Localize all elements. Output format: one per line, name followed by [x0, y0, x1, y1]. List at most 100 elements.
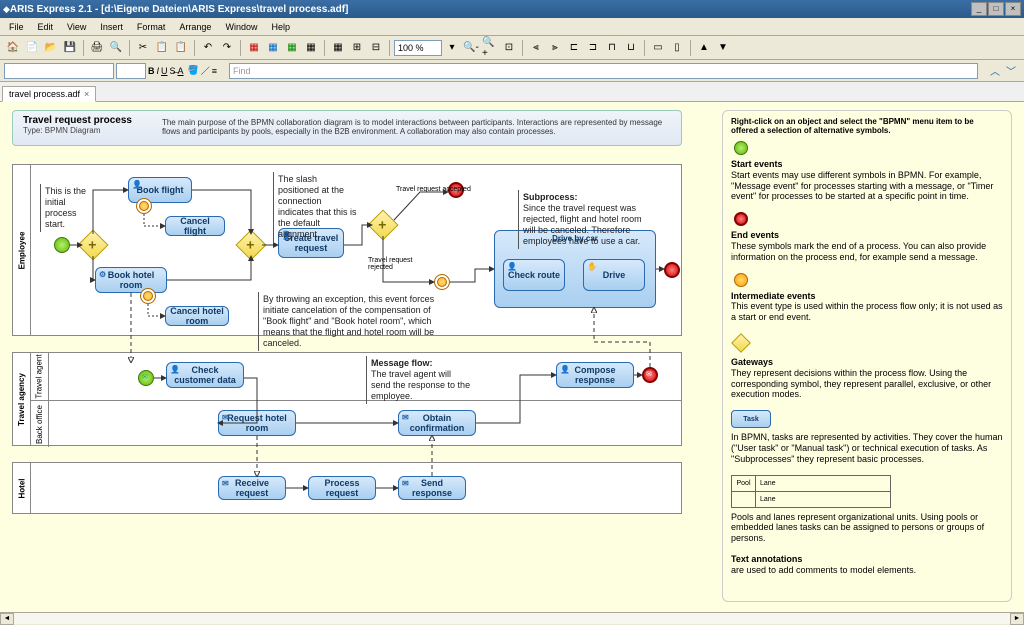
redo-icon[interactable]: ↷: [218, 39, 236, 57]
find-chevron-icon[interactable]: ︿: [990, 63, 1000, 78]
minimize-button[interactable]: _: [971, 2, 987, 16]
menu-help[interactable]: Help: [264, 20, 297, 34]
scroll-left-icon[interactable]: ◄: [0, 613, 14, 625]
underline-icon[interactable]: U: [161, 66, 168, 76]
user-icon: 👤: [132, 180, 142, 189]
task-cancel-flight[interactable]: Cancel flight: [165, 216, 225, 236]
menu-insert[interactable]: Insert: [93, 20, 130, 34]
title-bar: ◆ ARIS Express 2.1 - [d:\Eigene Dateien\…: [0, 0, 1024, 18]
legend-inter-icon: [734, 273, 748, 287]
line-icon[interactable]: ／: [201, 64, 210, 77]
user-icon: 👤: [560, 365, 570, 374]
zoom-dropdown-icon[interactable]: ▾: [443, 39, 461, 57]
line-style-icon[interactable]: ≡: [212, 66, 217, 76]
menu-arrange[interactable]: Arrange: [172, 20, 218, 34]
event-compensate-hotel[interactable]: [140, 288, 156, 304]
close-button[interactable]: ×: [1005, 2, 1021, 16]
export-icon[interactable]: ▦: [302, 39, 320, 57]
fill-color-icon[interactable]: 🪣: [188, 65, 199, 76]
event-start-message[interactable]: ✉: [138, 370, 154, 386]
bring-front-icon[interactable]: ▲: [695, 39, 713, 57]
menu-format[interactable]: Format: [130, 20, 173, 34]
open-icon[interactable]: 📂: [42, 39, 60, 57]
zoom-out-icon[interactable]: 🔍-: [462, 39, 480, 57]
legend-panel: Right-click on an object and select the …: [722, 110, 1012, 602]
font-select[interactable]: [4, 63, 114, 79]
event-throw-exception[interactable]: [434, 274, 450, 290]
undo-icon[interactable]: ↶: [199, 39, 217, 57]
export-rtf-icon[interactable]: ▦: [264, 39, 282, 57]
cut-icon[interactable]: ✂: [134, 39, 152, 57]
find-input[interactable]: Find: [229, 63, 978, 79]
align-left-icon[interactable]: ⫷: [527, 39, 545, 57]
task-drive[interactable]: ✋Drive: [583, 259, 645, 291]
zoom-in-icon[interactable]: 🔍+: [481, 39, 499, 57]
task-book-flight[interactable]: 👤Book flight: [128, 177, 192, 203]
print-preview-icon[interactable]: 🔍: [107, 39, 125, 57]
event-end-message[interactable]: ✉: [642, 367, 658, 383]
font-size-select[interactable]: [116, 63, 146, 79]
receive-icon: ✉: [222, 479, 229, 488]
zoom-input[interactable]: 100 %: [394, 40, 442, 56]
layout-icon[interactable]: ⊞: [348, 39, 366, 57]
tab-travel-process[interactable]: travel process.adf ×: [2, 86, 96, 102]
annotation-subprocess: Subprocess:Since the travel request was …: [518, 190, 658, 249]
fit-icon[interactable]: ⊡: [500, 39, 518, 57]
task-send-response[interactable]: ✉Send response: [398, 476, 466, 500]
strike-icon[interactable]: S̶: [170, 66, 176, 76]
task-check-customer[interactable]: 👤Check customer data: [166, 362, 244, 388]
maximize-button[interactable]: □: [988, 2, 1004, 16]
task-book-hotel[interactable]: ⚙Book hotel room: [95, 267, 167, 293]
align-middle-icon[interactable]: ⊓: [603, 39, 621, 57]
send-icon: ✉: [222, 413, 229, 422]
arrange-icon[interactable]: ⊟: [367, 39, 385, 57]
bold-icon[interactable]: B: [148, 66, 155, 76]
horizontal-scrollbar[interactable]: ◄ ►: [0, 612, 1024, 624]
diagram-description: The main purpose of the BPMN collaborati…: [162, 115, 671, 141]
copy-icon[interactable]: 📋: [153, 39, 171, 57]
event-end-subprocess[interactable]: [664, 262, 680, 278]
pool-agency-label: Travel agency: [17, 373, 26, 426]
grid-icon[interactable]: ▦: [329, 39, 347, 57]
diagram-header: Travel request process Type: BPMN Diagra…: [12, 110, 682, 146]
menu-view[interactable]: View: [60, 20, 93, 34]
font-color-icon[interactable]: A: [178, 66, 184, 76]
align-center-icon[interactable]: ⫸: [546, 39, 564, 57]
task-cancel-hotel[interactable]: Cancel hotel room: [165, 306, 229, 326]
export-pdf-icon[interactable]: ▦: [245, 39, 263, 57]
event-compensate-flight[interactable]: [136, 198, 152, 214]
send-back-icon[interactable]: ▼: [714, 39, 732, 57]
align-top-icon[interactable]: ⊐: [584, 39, 602, 57]
home-icon[interactable]: 🏠: [4, 39, 22, 57]
align-right-icon[interactable]: ⊏: [565, 39, 583, 57]
group-icon[interactable]: ▭: [649, 39, 667, 57]
event-start[interactable]: [54, 237, 70, 253]
paste-icon[interactable]: 📋: [172, 39, 190, 57]
format-toolbar: B I U S̶ A 🪣 ／ ≡ Find ︿ ﹀: [0, 60, 1024, 82]
task-request-hotel[interactable]: ✉Request hotel room: [218, 410, 296, 436]
align-bottom-icon[interactable]: ⊔: [622, 39, 640, 57]
task-receive-request[interactable]: ✉Receive request: [218, 476, 286, 500]
italic-icon[interactable]: I: [157, 66, 160, 76]
menu-window[interactable]: Window: [218, 20, 264, 34]
scroll-right-icon[interactable]: ►: [1010, 613, 1024, 625]
canvas-area[interactable]: Travel request process Type: BPMN Diagra…: [0, 102, 1024, 612]
manual-icon: ✋: [587, 262, 597, 271]
lane-agent-label: Travel agent: [35, 354, 44, 398]
service-icon: ⚙: [99, 270, 106, 279]
task-obtain-confirmation[interactable]: ✉Obtain confirmation: [398, 410, 476, 436]
task-process-request[interactable]: Process request: [308, 476, 376, 500]
label-rejected: Travel request rejected: [368, 257, 418, 271]
save-icon[interactable]: 💾: [61, 39, 79, 57]
new-icon[interactable]: 📄: [23, 39, 41, 57]
find-chevron-down-icon[interactable]: ﹀: [1006, 63, 1016, 78]
task-check-route[interactable]: 👤Check route: [503, 259, 565, 291]
task-compose-response[interactable]: 👤Compose response: [556, 362, 634, 388]
legend-pool-icon: PoolLane Lane: [731, 475, 891, 508]
ungroup-icon[interactable]: ▯: [668, 39, 686, 57]
menu-edit[interactable]: Edit: [31, 20, 61, 34]
export-img-icon[interactable]: ▦: [283, 39, 301, 57]
tab-close-icon[interactable]: ×: [84, 89, 89, 99]
print-icon[interactable]: 🖨: [88, 39, 106, 57]
menu-file[interactable]: File: [2, 20, 31, 34]
